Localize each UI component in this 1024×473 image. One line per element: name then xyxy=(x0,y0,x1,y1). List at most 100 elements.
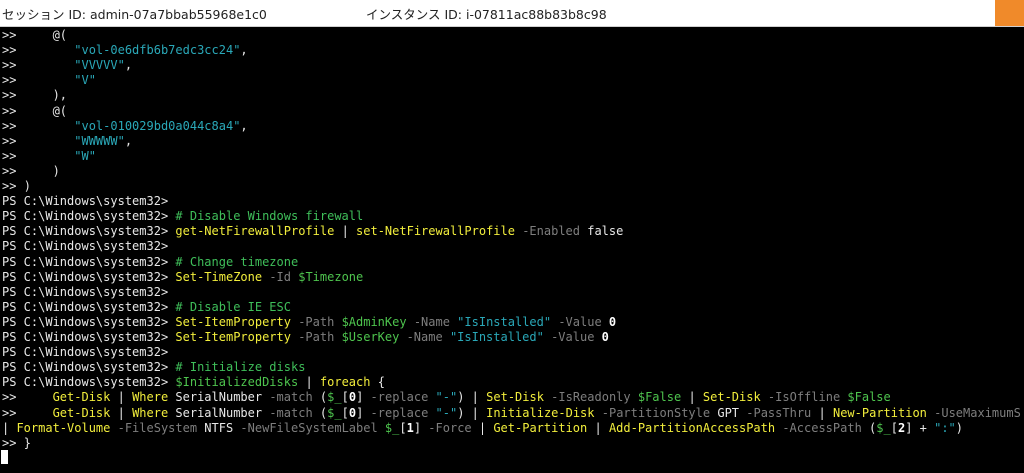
terminal-token: >> xyxy=(2,179,24,193)
terminal-token: ) xyxy=(955,420,964,435)
terminal-token: # Disable Windows firewall xyxy=(175,209,364,224)
terminal-token: Set-ItemProperty xyxy=(175,314,291,329)
terminal-token: ) | xyxy=(457,405,487,420)
terminal-token: "vol-010029bd0a044c8a4" xyxy=(74,118,241,133)
terminal-line: PS C:\Windows\system32> Set-ItemProperty… xyxy=(2,315,616,330)
terminal-token: PS C:\Windows\system32> xyxy=(2,254,176,269)
terminal-token: , xyxy=(240,43,248,58)
terminal-line: >> @( xyxy=(2,28,67,43)
terminal-line: PS C:\Windows\system32> xyxy=(2,285,168,300)
terminal-token: "V" xyxy=(74,73,96,88)
terminal-line: PS C:\Windows\system32> $InitializedDisk… xyxy=(2,375,385,390)
terminal-token: | xyxy=(2,420,17,435)
terminal-output[interactable]: >> @(>> "vol-0e6dfb6b7edc3cc24", >> "VVVV… xyxy=(0,27,1024,473)
terminal-token: 0 xyxy=(348,390,357,405)
terminal-token: , xyxy=(240,118,248,133)
terminal-token: PS C:\Windows\system32> xyxy=(2,314,176,329)
terminal-token: $Timezone xyxy=(298,269,364,284)
terminal-line: PS C:\Windows\system32> # Disable IE ESC xyxy=(2,300,291,315)
terminal-token: >> xyxy=(2,390,53,405)
terminal-token: PS C:\Windows\system32> xyxy=(2,284,169,299)
terminal-token: >> xyxy=(2,163,17,178)
terminal-line: | Format-Volume -FileSystem NTFS -NewFil… xyxy=(2,421,963,436)
terminal-token: -IsOffline xyxy=(760,390,848,405)
terminal-token: 0 xyxy=(608,314,617,329)
terminal-token: -PartitionStyle xyxy=(594,405,718,420)
terminal-token: "-" xyxy=(435,405,458,420)
terminal-token: , xyxy=(124,133,133,148)
terminal-token: PS C:\Windows\system32> xyxy=(2,330,176,344)
terminal-token: Where xyxy=(132,405,169,420)
terminal-line: >> "vol-0e6dfb6b7edc3cc24", xyxy=(2,43,248,58)
terminal-token: SerialNumber xyxy=(168,390,263,405)
terminal-token: -Value xyxy=(543,330,602,344)
terminal-token: Set-TimeZone xyxy=(175,269,263,284)
terminal-token: -Name xyxy=(406,314,458,329)
terminal-line: >> "vol-010029bd0a044c8a4", xyxy=(2,119,248,134)
terminal-token: PS C:\Windows\system32> xyxy=(2,224,176,239)
terminal-token: get-NetFirewallProfile xyxy=(175,224,335,239)
terminal-token: $AdminKey xyxy=(341,314,407,329)
terminal-token: Set-Disk xyxy=(486,390,544,405)
terminal-token: | xyxy=(587,420,609,435)
terminal-token: $_ xyxy=(876,420,891,435)
terminal-token: { xyxy=(370,375,385,390)
terminal-cursor xyxy=(1,450,8,464)
terminal-line: >> "W" xyxy=(2,149,96,164)
terminal-token: -Path xyxy=(290,314,342,329)
terminal-token: # Initialize disks xyxy=(175,360,306,375)
terminal-line: >> ) xyxy=(2,164,60,179)
terminal-line: PS C:\Windows\system32> xyxy=(2,194,168,209)
terminal-token: >> xyxy=(2,103,17,118)
terminal-line: PS C:\Windows\system32> # Initialize dis… xyxy=(2,360,305,375)
terminal-line: >> Get-Disk | Where SerialNumber -match … xyxy=(2,406,1021,421)
terminal-line: PS C:\Windows\system32> # Change timezon… xyxy=(2,255,298,270)
terminal-token: >> xyxy=(2,88,17,103)
terminal-token: Initialize-Disk xyxy=(486,405,595,420)
terminal-token: "W" xyxy=(74,148,96,163)
terminal-token: foreach xyxy=(319,375,371,390)
terminal-line: PS C:\Windows\system32> Set-TimeZone -Id… xyxy=(2,270,363,285)
terminal-token: PS C:\Windows\system32> xyxy=(2,194,169,209)
terminal-token: 0 xyxy=(348,405,357,420)
terminal-token: -match xyxy=(262,390,320,405)
terminal-token: | xyxy=(681,390,703,405)
terminal-token: -NewFileSystemLabel xyxy=(233,420,385,435)
terminal-token: [ xyxy=(399,420,407,435)
terminal-token: ) xyxy=(16,163,60,178)
terminal-token: Get-Disk xyxy=(52,390,111,405)
terminal-line: >> Get-Disk | Where SerialNumber -match … xyxy=(2,390,891,405)
terminal-token: >> xyxy=(2,148,17,163)
terminal-token: -UseMaximumS xyxy=(926,405,1021,420)
terminal-line: PS C:\Windows\system32> get-NetFirewallP… xyxy=(2,224,623,239)
terminal-token: -IsReadonly xyxy=(543,390,638,405)
terminal-token: "-" xyxy=(435,390,458,405)
terminal-token: Set-ItemProperty xyxy=(175,330,291,344)
terminal-token: PS C:\Windows\system32> xyxy=(2,345,169,360)
terminal-line: >> @( xyxy=(2,104,67,119)
terminal-token: ) | xyxy=(457,390,487,405)
terminal-token: -FileSystem xyxy=(110,420,205,435)
terminal-token: >> xyxy=(2,118,17,133)
terminal-token: ), xyxy=(16,88,68,103)
terminal-line: PS C:\Windows\system32> # Disable Window… xyxy=(2,209,363,224)
terminal-line: >> ) xyxy=(2,179,31,194)
terminal-token: "IsInstalled" xyxy=(449,330,544,344)
terminal-token: -Force xyxy=(421,420,479,435)
terminal-token: NTFS xyxy=(204,420,234,435)
terminal-token: "WWWWW" xyxy=(74,133,125,148)
terminal-token: | xyxy=(110,390,133,405)
terminal-token: $_ xyxy=(327,405,342,420)
terminal-line: >> ), xyxy=(2,88,67,103)
terminal-token: [ xyxy=(341,405,349,420)
terminal-token: @( xyxy=(16,28,68,42)
terminal-token: >> xyxy=(2,43,17,58)
instance-id-label: インスタンス ID: i-07811ac88b83b8c98 xyxy=(366,7,607,22)
terminal-line: >> "V" xyxy=(2,73,96,88)
terminal-token: set-NetFirewallProfile xyxy=(356,224,515,239)
terminal-token: $_ xyxy=(327,390,342,405)
